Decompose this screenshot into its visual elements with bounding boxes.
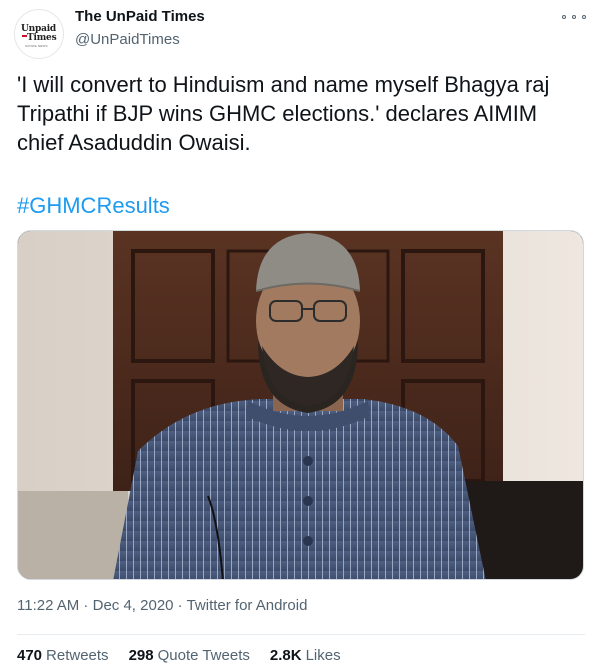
profile-avatar[interactable]: Unpaid Times SATIRE NEWS bbox=[14, 9, 64, 59]
quote-tweets-label: Quote Tweets bbox=[157, 647, 250, 664]
retweets-stat[interactable]: 470 Retweets bbox=[17, 647, 109, 664]
likes-count: 2.8K bbox=[269, 647, 302, 664]
tweet-stats: 470 Retweets 298 Quote Tweets 2.8K Likes bbox=[17, 647, 361, 664]
quote-tweets-stat[interactable]: 298 Quote Tweets bbox=[129, 647, 250, 664]
more-icon-dot bbox=[572, 15, 576, 19]
meta-separator: · bbox=[79, 597, 93, 614]
tweet-source[interactable]: Twitter for Android bbox=[187, 597, 308, 614]
logo-text-bottom: Times bbox=[27, 33, 57, 43]
tweet-text: 'I will convert to Hinduism and name mys… bbox=[17, 72, 550, 155]
divider bbox=[17, 634, 585, 635]
meta-separator: · bbox=[173, 597, 187, 614]
tweet-image[interactable] bbox=[17, 230, 584, 580]
hashtag-link[interactable]: #GHMCResults bbox=[17, 193, 170, 219]
likes-label: Likes bbox=[305, 647, 341, 664]
more-icon-dot bbox=[582, 15, 586, 19]
account-name[interactable]: The UnPaid Times bbox=[75, 8, 205, 25]
likes-stat[interactable]: 2.8K Likes bbox=[270, 647, 341, 664]
logo-tagline: SATIRE NEWS bbox=[25, 44, 48, 48]
more-icon-dot bbox=[562, 15, 566, 19]
retweets-count: 470 bbox=[17, 647, 43, 664]
account-handle[interactable]: @UnPaidTimes bbox=[75, 31, 180, 48]
tweet-time[interactable]: 11:22 AM bbox=[17, 597, 79, 614]
tweet-date[interactable]: Dec 4, 2020 bbox=[93, 597, 174, 614]
quote-tweets-count: 298 bbox=[128, 647, 154, 664]
tweet-card: Unpaid Times SATIRE NEWS The UnPaid Time… bbox=[0, 0, 598, 670]
more-icon[interactable] bbox=[562, 8, 586, 26]
tweet-meta: 11:22 AM · Dec 4, 2020 · Twitter for And… bbox=[17, 597, 307, 614]
photo-illustration bbox=[18, 231, 583, 579]
retweets-label: Retweets bbox=[46, 647, 109, 664]
